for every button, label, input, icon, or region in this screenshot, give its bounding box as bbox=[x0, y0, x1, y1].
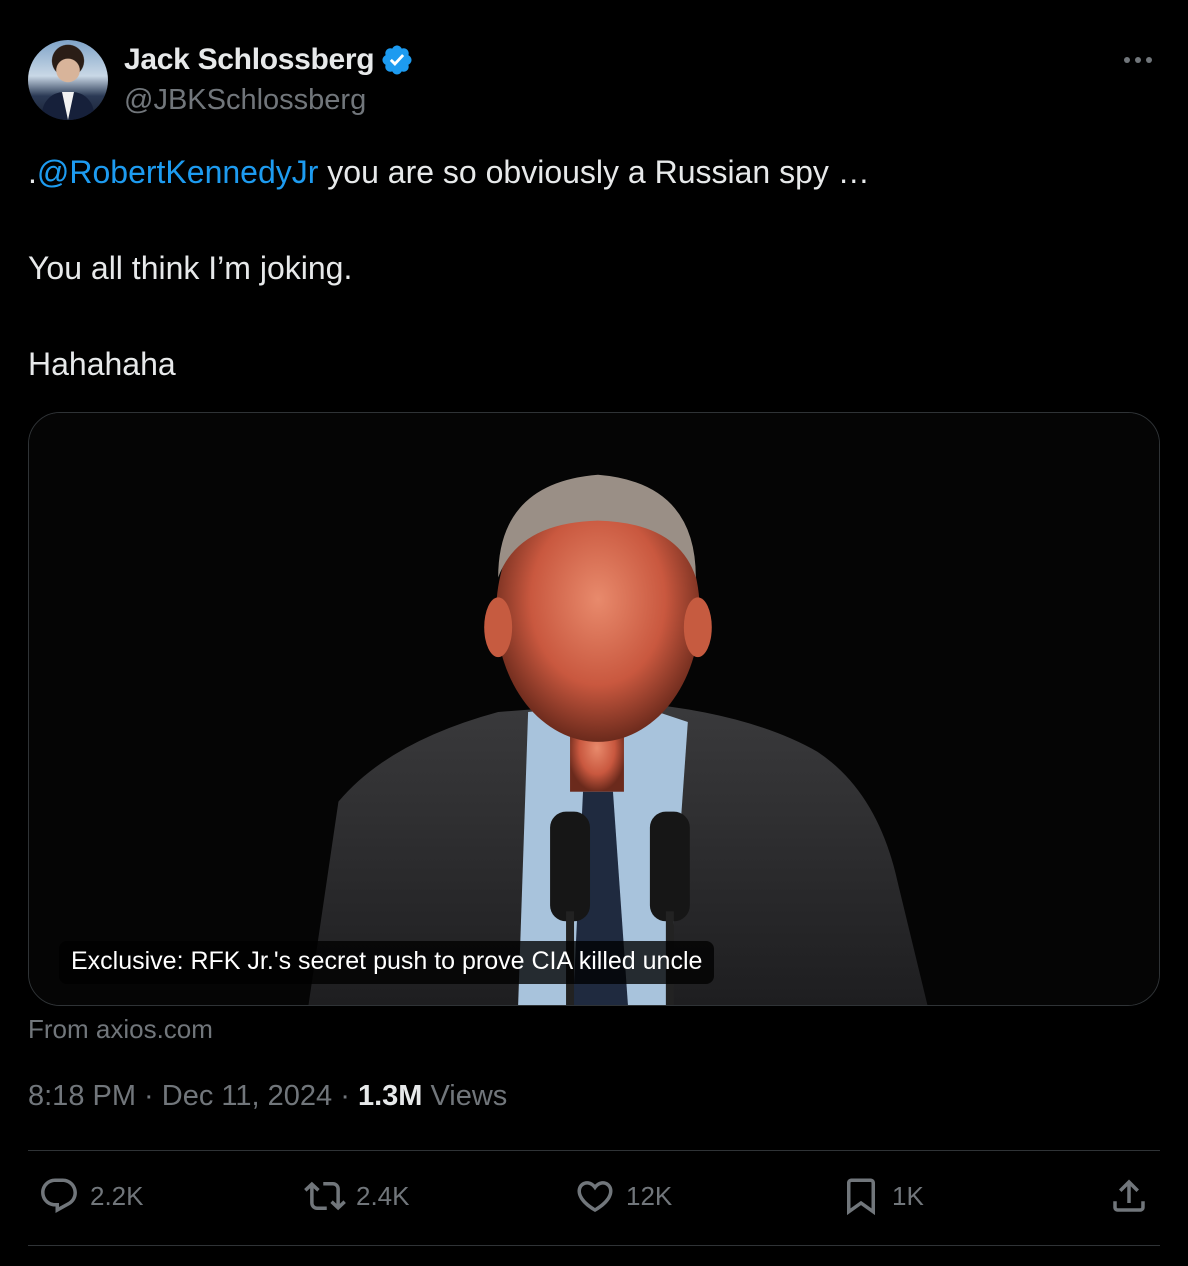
views-count: 1.3M bbox=[357, 1080, 423, 1112]
repost-count: 2.4K bbox=[356, 1180, 410, 1211]
tweet-line-1-rest: you are so obviously a Russian spy … bbox=[318, 154, 870, 190]
meta-separator: · bbox=[136, 1080, 162, 1112]
author-handle[interactable]: @JBKSchlossberg bbox=[124, 84, 366, 117]
link-card[interactable]: Exclusive: RFK Jr.'s secret push to prov… bbox=[28, 412, 1160, 1006]
heart-icon bbox=[577, 1181, 613, 1213]
avatar[interactable] bbox=[28, 40, 108, 120]
card-source[interactable]: From axios.com bbox=[28, 1014, 213, 1045]
verified-badge-icon bbox=[382, 45, 412, 75]
tweet-line-1: .@RobertKennedyJr you are so obviously a… bbox=[28, 152, 870, 192]
tweet-line-3: Hahahaha bbox=[28, 346, 176, 382]
meta-separator: · bbox=[332, 1080, 358, 1112]
reply-count: 2.2K bbox=[90, 1180, 144, 1211]
tweet-time[interactable]: 8:18 PM bbox=[28, 1080, 136, 1112]
tweet-line-2: You all think I’m joking. bbox=[28, 250, 353, 286]
more-dot bbox=[1135, 57, 1141, 63]
more-dot bbox=[1124, 57, 1130, 63]
author-name-row[interactable]: Jack Schlossberg bbox=[124, 43, 414, 77]
action-bar: 2.2K 2.4K 12K 1K bbox=[0, 1175, 1188, 1225]
bookmark-count: 1K bbox=[892, 1180, 924, 1211]
author-name[interactable]: Jack Schlossberg bbox=[124, 43, 375, 77]
share-button[interactable] bbox=[1108, 1175, 1150, 1217]
repost-icon bbox=[304, 1181, 346, 1211]
like-button[interactable]: 12K bbox=[574, 1175, 672, 1217]
divider-bottom bbox=[28, 1245, 1160, 1246]
share-icon bbox=[1113, 1179, 1145, 1212]
repost-button[interactable]: 2.4K bbox=[304, 1175, 410, 1217]
reply-icon bbox=[41, 1178, 77, 1213]
like-count: 12K bbox=[626, 1180, 673, 1211]
divider-top bbox=[28, 1150, 1160, 1151]
tweet-date[interactable]: Dec 11, 2024 bbox=[162, 1080, 332, 1112]
views-label: Views bbox=[422, 1080, 508, 1112]
bookmark-icon bbox=[847, 1178, 875, 1216]
article-photo bbox=[29, 413, 1159, 1005]
mention-link[interactable]: @RobertKennedyJr bbox=[37, 154, 319, 190]
reply-button[interactable]: 2.2K bbox=[38, 1175, 144, 1217]
tweet-meta: 8:18 PM · Dec 11, 2024 · 1.3M Views bbox=[28, 1080, 507, 1113]
more-dot bbox=[1146, 57, 1152, 63]
article-headline[interactable]: Exclusive: RFK Jr.'s secret push to prov… bbox=[59, 941, 715, 984]
bookmark-button[interactable]: 1K bbox=[840, 1175, 924, 1217]
more-options-icon[interactable] bbox=[1118, 48, 1158, 72]
tweet-prefix: . bbox=[28, 154, 37, 190]
